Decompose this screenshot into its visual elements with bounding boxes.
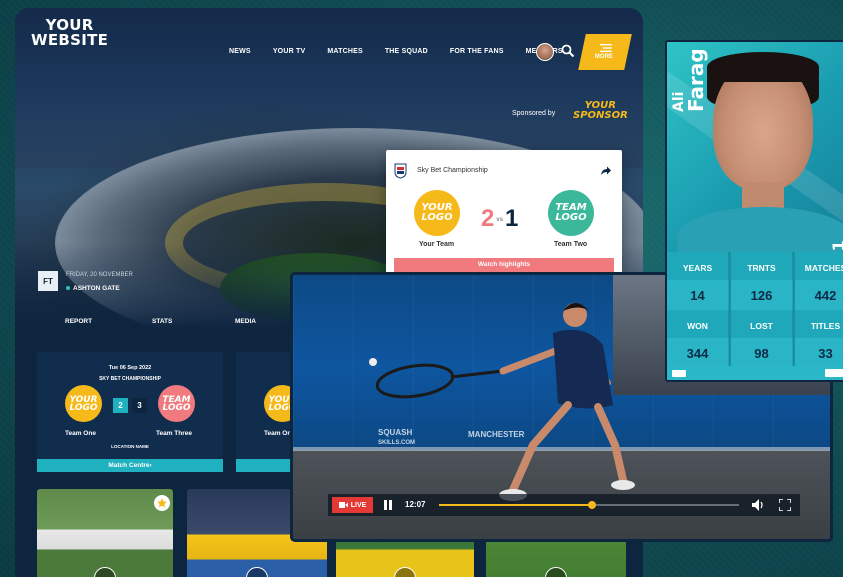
player-last-name: Farag [684,48,708,112]
stat-value-matches: 442 [795,280,843,312]
nav-item-matches[interactable]: MATCHES [327,48,363,55]
popup-away-score: 1 [505,205,519,232]
popup-vs: vs [496,216,504,223]
match-venue: ASHTON GATE [66,285,120,292]
search-icon[interactable] [561,44,575,58]
player-stats: YEARS TRNTS MATCHES 14 126 442 WON LOST … [667,252,843,380]
player-card-footer [667,366,843,380]
popup-home-logo: YOUR LOGO [414,190,460,236]
location-pin-icon [66,286,70,290]
home-team-name: Team On [264,430,292,437]
favourite-badge[interactable] [154,495,170,511]
home-team-logo: YOUR LOGO [65,385,102,422]
camera-icon [338,502,348,508]
player-card[interactable]: Ali Farag #001 YEARS TRNTS MATCHES 14 12… [665,40,843,382]
match-status-badge: FT [38,271,58,291]
progress-bar[interactable] [439,501,739,509]
more-label: MORE [594,54,613,60]
site-logo[interactable]: YOUR WEBSITE [31,18,108,48]
pause-icon[interactable] [383,500,393,510]
live-button[interactable]: LIVE [332,497,373,513]
away-team-name: Team Three [156,430,193,437]
match-card-location: LOCATION NAME [111,444,149,449]
play-icon[interactable] [545,567,567,577]
play-icon[interactable] [246,567,268,577]
stat-value-years: 14 [667,280,729,312]
competition-crest-icon [394,163,407,179]
player-name: Ali Farag [671,48,708,112]
away-team-logo: TEAM LOGO [158,385,195,422]
nav-item-news[interactable]: NEWS [229,48,251,55]
hamburger-icon [599,44,612,52]
video-thumbnail[interactable] [37,489,173,577]
stat-value-trnts: 126 [731,280,793,312]
match-card: Tue 06 Sep 2022 SKY BET CHAMPIONSHIP YOU… [37,352,223,472]
tab-report[interactable]: REPORT [65,318,92,325]
match-card-competition: SKY BET CHAMPIONSHIP [99,376,161,382]
tab-stats[interactable]: STATS [152,318,172,325]
popup-away-logo: TEAM LOGO [548,190,594,236]
squash-player-figure [369,303,635,501]
video-controls: LIVE 12:07 [328,494,800,516]
match-date: FRIDAY, 20 NOVEMBER [66,272,133,278]
away-score: 3 [132,398,147,413]
user-avatar[interactable] [536,43,554,61]
nav-item-your-tv[interactable]: YOUR TV [273,48,306,55]
progress-knob[interactable] [588,501,596,509]
video-time: 12:07 [405,500,426,509]
share-icon[interactable] [601,166,611,175]
play-icon[interactable] [394,567,416,577]
popup-score: 2 vs1 [481,205,518,233]
popup-away-name: Team Two [554,241,588,248]
match-card-date: Tue 06 Sep 2022 [108,365,152,371]
score-popup: Sky Bet Championship YOUR LOGO 2 vs1 TEAM L… [386,150,622,275]
fullscreen-icon[interactable] [779,499,791,511]
brand-logo [672,370,686,377]
sponsor-badge [825,369,843,377]
star-icon [157,498,167,508]
play-icon[interactable] [94,567,116,577]
volume-icon[interactable] [752,499,765,511]
home-team-name: Team One [65,430,96,437]
tab-media[interactable]: MEDIA [235,318,256,325]
popup-competition: Sky Bet Championship [417,167,488,174]
sponsor-logo[interactable]: YOUR SPONSOR [573,101,628,121]
more-menu-button[interactable]: MORE [578,34,632,70]
home-score: 2 [113,398,128,413]
sponsored-by-label: Sponsored by [512,110,556,117]
match-centre-button[interactable]: Match Centre› [37,459,223,472]
main-nav: NEWS YOUR TV MATCHES THE SQUAD FOR THE F… [229,48,585,55]
popup-home-name: Your Team [419,241,455,248]
nav-item-for-the-fans[interactable]: FOR THE FANS [450,48,504,55]
popup-home-score: 2 [481,205,495,232]
nav-item-the-squad[interactable]: THE SQUAD [385,48,428,55]
progress-fill [439,504,592,506]
